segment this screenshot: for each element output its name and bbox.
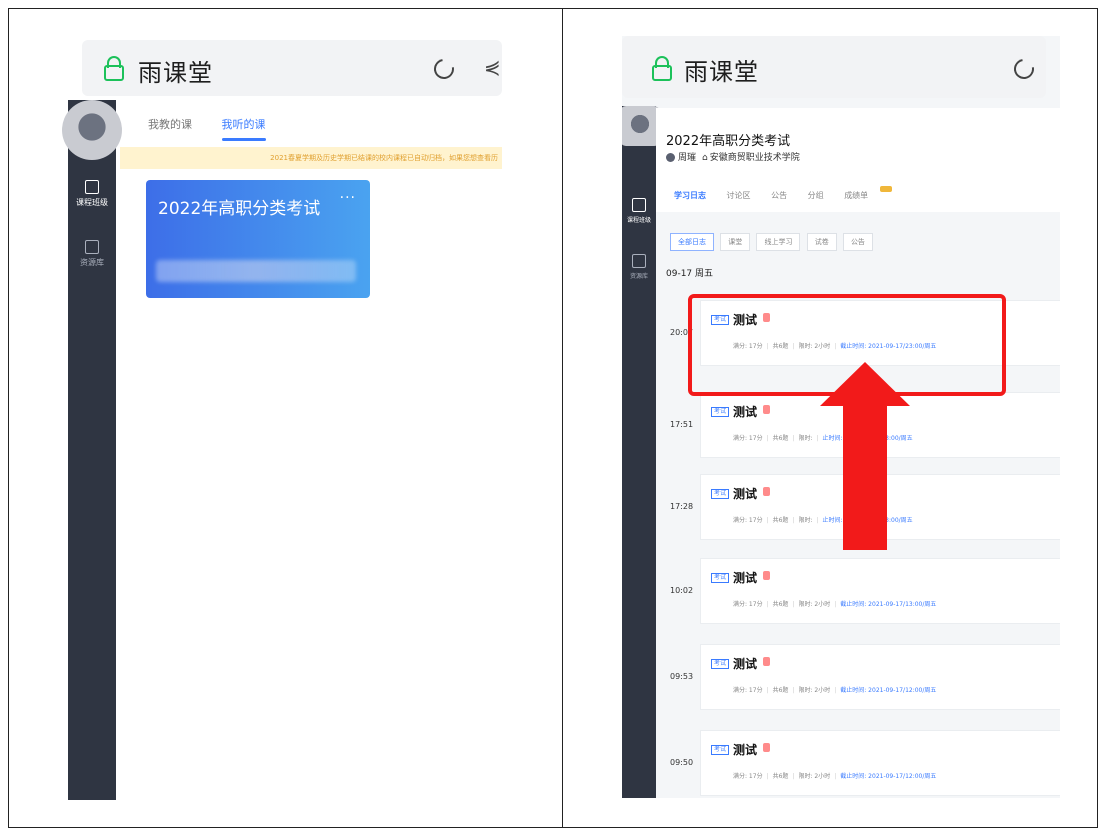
pin-icon [763,657,770,666]
app-title: 雨课堂 [684,58,759,86]
entry-title: 测试 [733,657,758,671]
course-card-title: 2022年高职分类考试 [158,199,321,219]
entry-title: 测试 [733,571,758,585]
archive-notice: 2021春夏学期及历史学期已结课的校内课程已自动归档，如果您想查看历 [120,147,502,169]
tab-announcement[interactable]: 公告 [771,191,787,200]
teacher-avatar [666,153,675,162]
full-score: 满分: 17分 [733,517,763,524]
red-arrow [820,362,910,550]
frame-divider [562,8,563,828]
full-score: 满分: 17分 [733,435,763,442]
pin-icon [763,487,770,496]
question-count: 共6题 [772,773,789,780]
school-icon: ⌂ [702,153,708,163]
exam-tag: 考试 [711,659,730,669]
library-icon [85,240,99,254]
lock-icon [652,56,672,81]
filter-online[interactable]: 线上学习 [756,233,801,251]
exam-tag: 考试 [711,745,730,755]
log-time: 17:28 [670,502,694,511]
filter-all[interactable]: 全部日志 [670,233,714,251]
time-limit: 限时: 2小时 [798,601,831,608]
tab-listening[interactable]: 我听的课 [222,118,266,131]
course-card[interactable]: 2022年高职分类考试 ··· [146,180,370,298]
pin-icon [763,743,770,752]
more-icon[interactable]: ··· [340,190,356,206]
sidebar-item-classes[interactable]: 课程班级 [624,198,654,224]
full-score: 满分: 17分 [733,601,763,608]
filter-classroom[interactable]: 课堂 [720,233,751,251]
log-time: 10:02 [670,586,694,595]
tab-grades[interactable]: 成绩单 [844,191,868,200]
deadline: 截止时间: 2021-09-17/13:00/周五 [840,601,937,608]
tab-study-log[interactable]: 学习日志 [674,191,706,200]
question-count: 共6题 [772,687,789,694]
question-count: 共6题 [772,517,789,524]
tab-teaching[interactable]: 我教的课 [148,118,192,131]
log-filters: 全部日志 课堂 线上学习 试卷 公告 [670,233,877,251]
course-header: 2022年高职分类考试 周璀 ⌂ 安徽商贸职业技术学院 学习日志 讨论区 公告 分组… [656,108,1060,212]
app-title: 雨课堂 [138,59,213,87]
left-screenshot: 雨课堂 ⋞ 课程班级 资源库 我教的课 我听的课 2021春夏学期及历史学期已结… [60,30,502,800]
sidebar-item-classes[interactable]: 课程班级 [72,180,112,208]
class-icon [632,198,646,212]
log-entry-card[interactable]: 考试 测试满分: 17分 | 共6题 | 限时: 2小时 | 截止时间: 2021-09-17… [700,644,1060,710]
entry-title: 测试 [733,405,758,419]
entry-title: 测试 [733,743,758,757]
full-score: 满分: 17分 [733,687,763,694]
refresh-icon[interactable] [1010,55,1038,83]
deadline: 截止时间: 2021-09-17/12:00/周五 [840,773,937,780]
filter-exam[interactable]: 试卷 [806,233,837,251]
course-meta: 周璀 ⌂ 安徽商贸职业技术学院 [666,150,800,163]
entry-title: 测试 [733,487,758,501]
refresh-icon[interactable] [430,55,458,83]
avatar[interactable] [622,106,660,146]
lock-icon [104,56,124,81]
browser-address-bar: 雨课堂 [622,36,1046,98]
pin-icon [763,571,770,580]
sidebar-item-library[interactable]: 资源库 [624,254,654,280]
tab-group[interactable]: 分组 [808,191,824,200]
time-limit: 限时: [798,435,813,442]
entry-stats: 满分: 17分 | 共6题 | 限时: 2小时 | 截止时间: 2021-09-17/12:… [733,687,937,694]
course-tabs: 我教的课 我听的课 [148,116,292,132]
date-heading: 09-17 周五 [666,269,714,279]
sidebar-item-library[interactable]: 资源库 [72,240,112,268]
log-time: 17:51 [670,420,694,429]
library-icon [632,254,646,268]
sidebar: 课程班级 资源库 [62,100,122,800]
question-count: 共6题 [772,601,789,608]
log-time: 09:50 [670,758,694,767]
browser-address-bar: 雨课堂 ⋞ [82,40,502,96]
new-badge [880,186,893,192]
exam-tag: 考试 [711,573,730,583]
blurred-info [156,260,356,282]
entry-stats: 满分: 17分 | 共6题 | 限时: 2小时 | 截止时间: 2021-09-17/12:… [733,773,937,780]
exam-tag: 考试 [711,407,730,417]
deadline: 截止时间: 2021-09-17/12:00/周五 [840,687,937,694]
full-score: 满分: 17分 [733,773,763,780]
teacher-name: 周璀 [678,153,697,163]
pin-icon [763,405,770,414]
share-icon[interactable]: ⋞ [484,56,502,78]
log-entry-card[interactable]: 考试 测试满分: 17分 | 共6题 | 限时: 2小时 | 截止时间: 2021-09-17… [700,558,1060,624]
exam-tag: 考试 [711,489,730,499]
time-limit: 限时: 2小时 [798,687,831,694]
log-time: 09:53 [670,672,694,681]
sidebar: 课程班级 资源库 [622,106,660,798]
time-limit: 限时: [798,517,813,524]
filter-announcement[interactable]: 公告 [842,233,873,251]
entry-stats: 满分: 17分 | 共6题 | 限时: 2小时 | 截止时间: 2021-09-17/13:… [733,601,937,608]
time-limit: 限时: 2小时 [798,773,831,780]
avatar[interactable] [62,100,122,160]
log-entry-card[interactable]: 考试 测试满分: 17分 | 共6题 | 限时: 2小时 | 截止时间: 2021-09-17… [700,730,1060,796]
tab-discussion[interactable]: 讨论区 [727,191,751,200]
school-name: 安徽商贸职业技术学院 [709,153,800,163]
course-title: 2022年高职分类考试 [666,134,791,149]
question-count: 共6题 [772,435,789,442]
class-icon [85,180,99,194]
course-nav-tabs: 学习日志 讨论区 公告 分组 成绩单 [674,186,893,201]
